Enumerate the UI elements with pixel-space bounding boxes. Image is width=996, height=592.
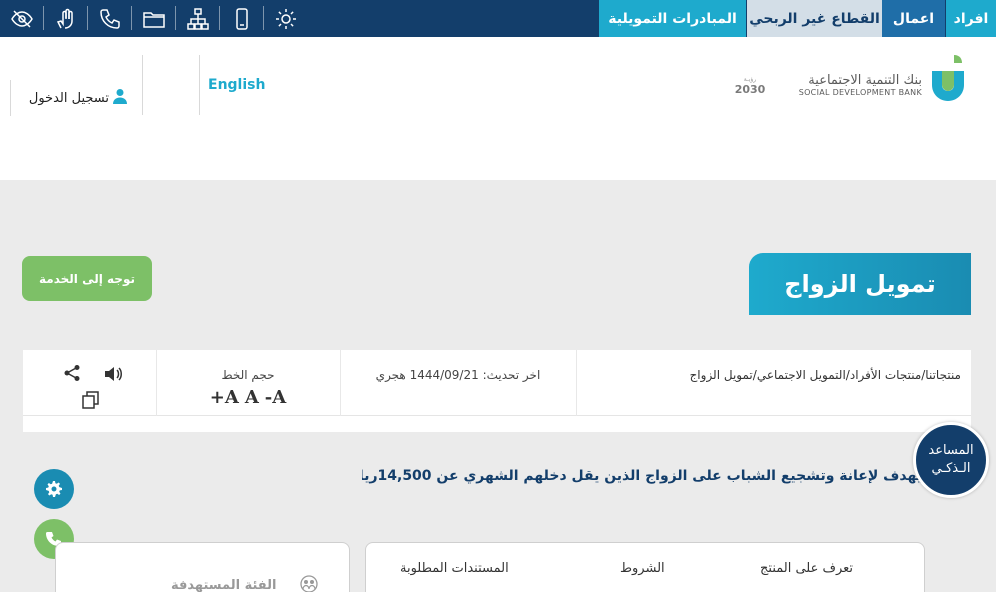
- tab-business[interactable]: اعمال: [882, 0, 945, 37]
- tab-nonprofit-sector[interactable]: القطاع غير الربحي: [747, 0, 882, 37]
- target-group-card: الفئة المستهدفة: [55, 542, 350, 592]
- assistant-label-line2: الـذكـي: [931, 461, 971, 476]
- login-link[interactable]: تسجيل الدخول: [10, 80, 142, 116]
- gear-icon: [46, 481, 62, 497]
- language-switch[interactable]: English: [208, 77, 265, 93]
- product-description: يهدف لإعانة وتشجيع الشباب على الزواج الذ…: [362, 468, 922, 484]
- font-decrease-button[interactable]: -A: [265, 387, 286, 408]
- top-bar: المبادرات التمويلية القطاع غير الربحي اع…: [0, 0, 996, 37]
- sitemap-icon[interactable]: [176, 0, 220, 37]
- login-label: تسجيل الدخول: [28, 90, 109, 106]
- user-icon: [112, 88, 128, 108]
- bank-name-en: SOCIAL DEVELOPMENT BANK: [798, 88, 922, 97]
- header-divider: [199, 55, 200, 115]
- smart-assistant-button[interactable]: المساعد الـذكـي: [913, 422, 989, 498]
- font-increase-button[interactable]: +A: [210, 387, 239, 408]
- copy-icon[interactable]: [81, 390, 101, 410]
- page-title-box: تمويل الزواج: [749, 253, 971, 315]
- breadcrumb-item[interactable]: منتجات الأفراد: [850, 368, 921, 382]
- svg-text:2030: 2030: [735, 83, 766, 96]
- sign-language-icon[interactable]: [44, 0, 88, 37]
- speaker-icon[interactable]: [103, 364, 123, 384]
- tab-financing-initiatives[interactable]: المبادرات التمويلية: [599, 0, 746, 37]
- folder-icon[interactable]: [132, 0, 176, 37]
- accessibility-toolbar: [0, 0, 308, 37]
- cell-divider: [340, 350, 341, 416]
- cell-divider: [156, 350, 157, 416]
- breadcrumb-item[interactable]: التمويل الاجتماعي: [757, 368, 846, 382]
- breadcrumb-item[interactable]: منتجاتنا: [925, 368, 961, 382]
- tab-required-documents[interactable]: المستندات المطلوبة: [400, 561, 509, 576]
- font-reset-button[interactable]: A: [245, 387, 259, 408]
- product-tabs-card: تعرف على المنتج الشروط المستندات المطلوب…: [365, 542, 925, 592]
- gear-ornament-icon[interactable]: [264, 0, 308, 37]
- tab-conditions[interactable]: الشروط: [620, 561, 665, 576]
- font-size-label: حجم الخط: [221, 368, 275, 382]
- info-strip: منتجاتنا/منتجات الأفراد/التمويل الاجتماع…: [23, 350, 971, 432]
- eye-slash-icon[interactable]: [0, 0, 44, 37]
- site-header: تسجيل الدخول English رؤيـة 2030 بنك التن…: [0, 37, 996, 180]
- goto-service-button[interactable]: توجه إلى الخدمة: [22, 256, 152, 301]
- bank-name-ar: بنك التنمية الاجتماعية: [808, 73, 922, 88]
- target-group-label: الفئة المستهدفة: [171, 578, 277, 592]
- bank-logo-icon: [932, 55, 964, 101]
- target-group-icon: [300, 575, 318, 592]
- tab-about-product[interactable]: تعرف على المنتج: [760, 561, 853, 576]
- share-icon[interactable]: [63, 364, 81, 382]
- cell-divider: [576, 350, 577, 416]
- breadcrumb-item: تمويل الزواج: [689, 368, 753, 382]
- settings-float-button[interactable]: [34, 469, 74, 509]
- vision-2030-logo: رؤيـة 2030: [735, 76, 766, 96]
- svg-text:رؤيـة: رؤيـة: [744, 76, 757, 83]
- info-row: منتجاتنا/منتجات الأفراد/التمويل الاجتماع…: [23, 350, 971, 416]
- breadcrumb: منتجاتنا/منتجات الأفراد/التمويل الاجتماع…: [689, 368, 961, 382]
- phone-icon[interactable]: [88, 0, 132, 37]
- last-update: اخر تحديث: 1444/09/21 هجري: [375, 368, 541, 382]
- font-size-controls: +A A -A: [183, 387, 313, 408]
- mobile-icon[interactable]: [220, 0, 264, 37]
- page-title: تمويل الزواج: [784, 270, 936, 298]
- tab-individuals[interactable]: افراد: [946, 0, 996, 37]
- bank-logo-text: بنك التنمية الاجتماعية SOCIAL DEVELOPMEN…: [796, 73, 922, 97]
- assistant-label-line1: المساعد: [928, 443, 974, 458]
- header-divider: [142, 55, 143, 115]
